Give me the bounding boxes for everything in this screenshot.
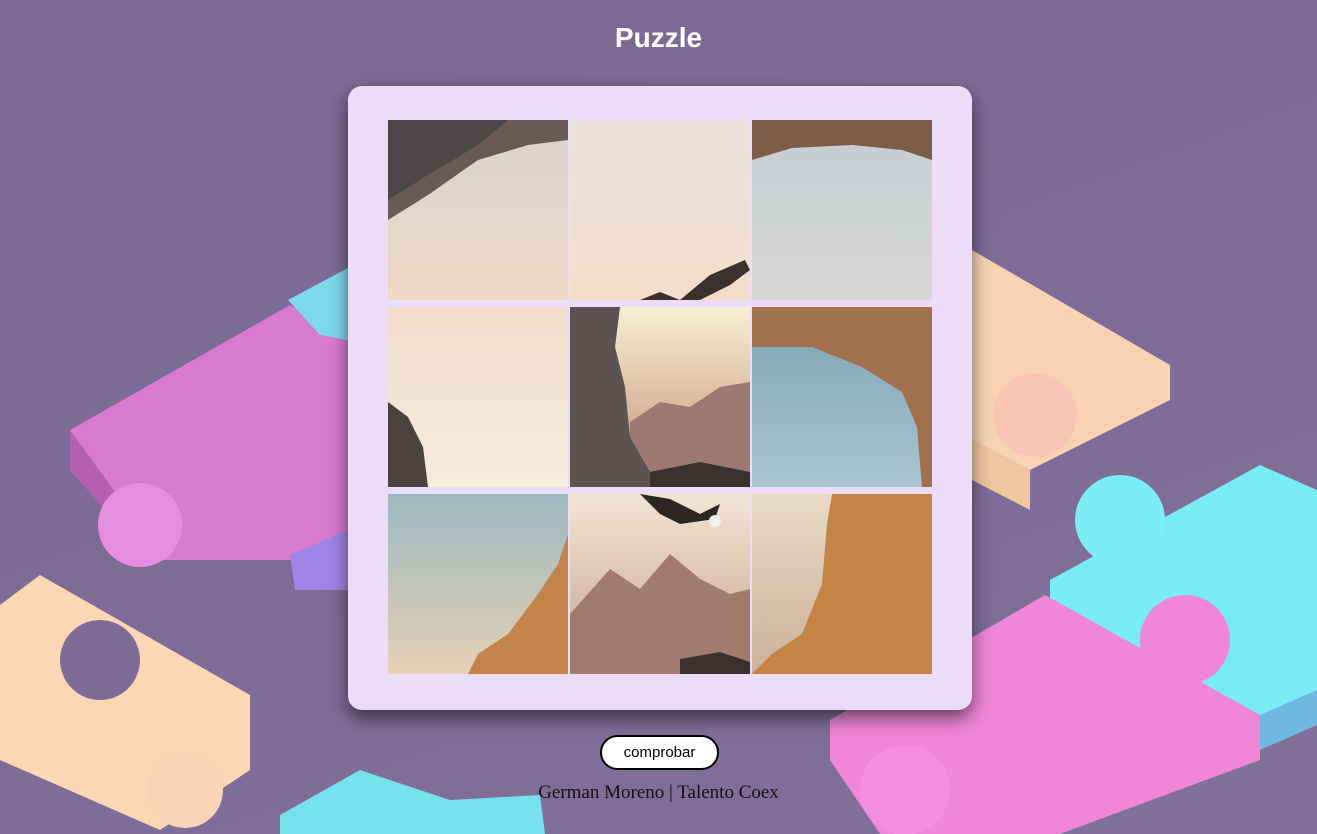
tile-5[interactable] <box>570 307 750 487</box>
tile-9[interactable] <box>752 494 932 674</box>
tile-3[interactable] <box>752 120 932 300</box>
tile-7[interactable] <box>388 494 568 674</box>
page-title: Puzzle <box>614 22 703 53</box>
tile-4[interactable] <box>388 307 568 487</box>
tile-6[interactable] <box>752 307 932 487</box>
check-button[interactable]: comprobar <box>600 735 719 770</box>
tile-8[interactable] <box>570 494 750 674</box>
puzzle-board <box>348 86 972 710</box>
tile-1[interactable] <box>388 120 568 300</box>
footer-credit: German Moreno | Talento Coex <box>538 782 779 803</box>
tile-2[interactable] <box>570 120 750 300</box>
